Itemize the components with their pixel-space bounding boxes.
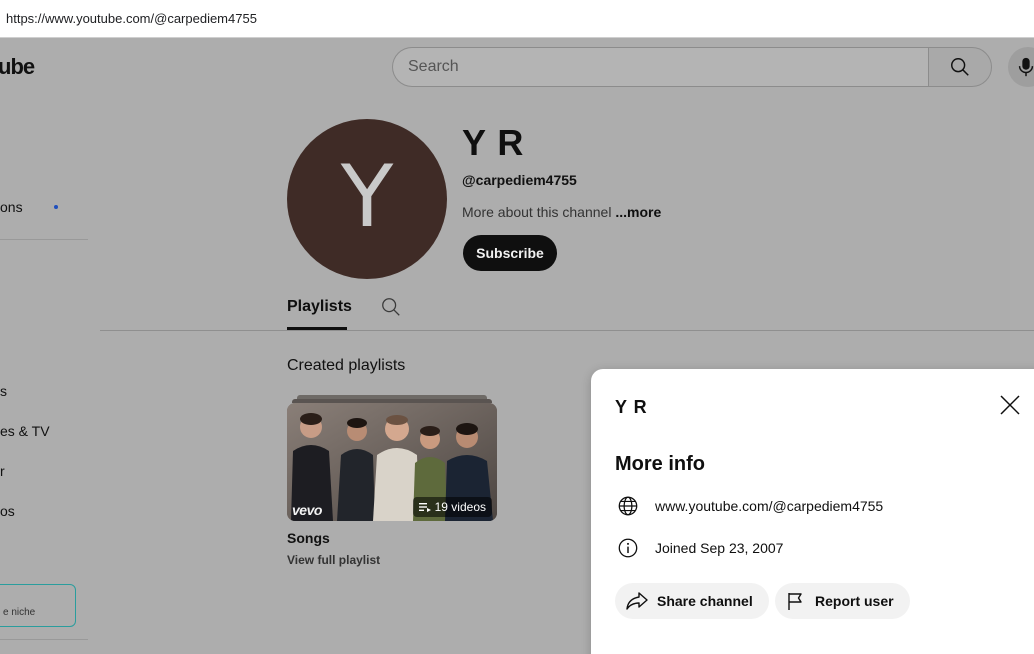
subscribe-button[interactable]: Subscribe: [463, 235, 557, 271]
url-text[interactable]: https://www.youtube.com/@carpediem4755: [6, 11, 257, 26]
playlist-thumbnail[interactable]: vevo 19 videos: [287, 403, 497, 521]
sidebar-item-subscriptions[interactable]: ons: [0, 199, 23, 215]
tab-playlists[interactable]: Playlists: [287, 298, 352, 316]
sidebar-promo-text: e niche: [3, 607, 36, 618]
channel-url-row: www.youtube.com/@carpediem4755: [615, 494, 883, 518]
sidebar-divider: [0, 639, 88, 640]
about-dialog: Y R More info www.youtube.com/@carpediem…: [591, 369, 1034, 654]
search-button[interactable]: [928, 47, 992, 87]
sidebar-item-1[interactable]: s: [0, 383, 7, 399]
search-icon: [951, 58, 969, 76]
search-icon: [382, 298, 400, 316]
avatar-letter: Y: [340, 147, 394, 247]
about-text: More about this channel: [462, 204, 612, 220]
browser-url-bar[interactable]: https://www.youtube.com/@carpediem4755: [0, 0, 1034, 38]
share-channel-label: Share channel: [657, 593, 753, 609]
joined-row: Joined Sep 23, 2007: [615, 536, 783, 560]
flag-icon: [788, 593, 802, 610]
sidebar-item-movies-tv[interactable]: es & TV: [0, 423, 50, 439]
sidebar-item-4[interactable]: os: [0, 503, 15, 519]
close-button[interactable]: [998, 393, 1022, 417]
channel-name: Y R: [462, 122, 525, 163]
video-count: 19 videos: [434, 500, 486, 514]
info-icon: [615, 536, 641, 560]
youtube-logo[interactable]: ube: [0, 54, 35, 80]
globe-icon: [615, 494, 641, 518]
playlist-title[interactable]: Songs: [287, 530, 330, 546]
section-title: Created playlists: [287, 357, 406, 374]
search-input[interactable]: [392, 47, 929, 87]
sidebar-item-3[interactable]: r: [0, 463, 5, 479]
view-full-playlist-link[interactable]: View full playlist: [287, 553, 380, 567]
share-icon: [626, 592, 648, 610]
joined-date: Joined Sep 23, 2007: [655, 540, 784, 556]
channel-about[interactable]: More about this channel ...more: [462, 204, 661, 220]
tabs-divider: [100, 330, 1034, 331]
sidebar-divider: [0, 239, 88, 240]
channel-url[interactable]: www.youtube.com/@carpediem4755: [655, 498, 883, 514]
more-info-heading: More info: [615, 453, 705, 475]
close-icon: [1000, 395, 1020, 415]
report-user-button[interactable]: Report user: [775, 583, 910, 619]
more-link[interactable]: ...more: [615, 204, 661, 220]
dialog-channel-name: Y R: [615, 397, 648, 417]
mic-icon: [1018, 57, 1034, 77]
channel-handle: @carpediem4755: [462, 172, 577, 188]
playlist-icon: [418, 503, 431, 512]
voice-search-button[interactable]: [1008, 47, 1034, 87]
report-user-label: Report user: [815, 593, 894, 609]
new-content-dot: [54, 205, 58, 209]
sidebar-promo-box[interactable]: e niche: [0, 584, 76, 627]
channel-search-button[interactable]: [380, 296, 402, 318]
search-bar: [392, 47, 992, 87]
video-count-badge: 19 videos: [412, 497, 492, 517]
share-channel-button[interactable]: Share channel: [615, 583, 769, 619]
vevo-logo: vevo: [292, 502, 322, 518]
channel-avatar: Y: [287, 119, 447, 279]
